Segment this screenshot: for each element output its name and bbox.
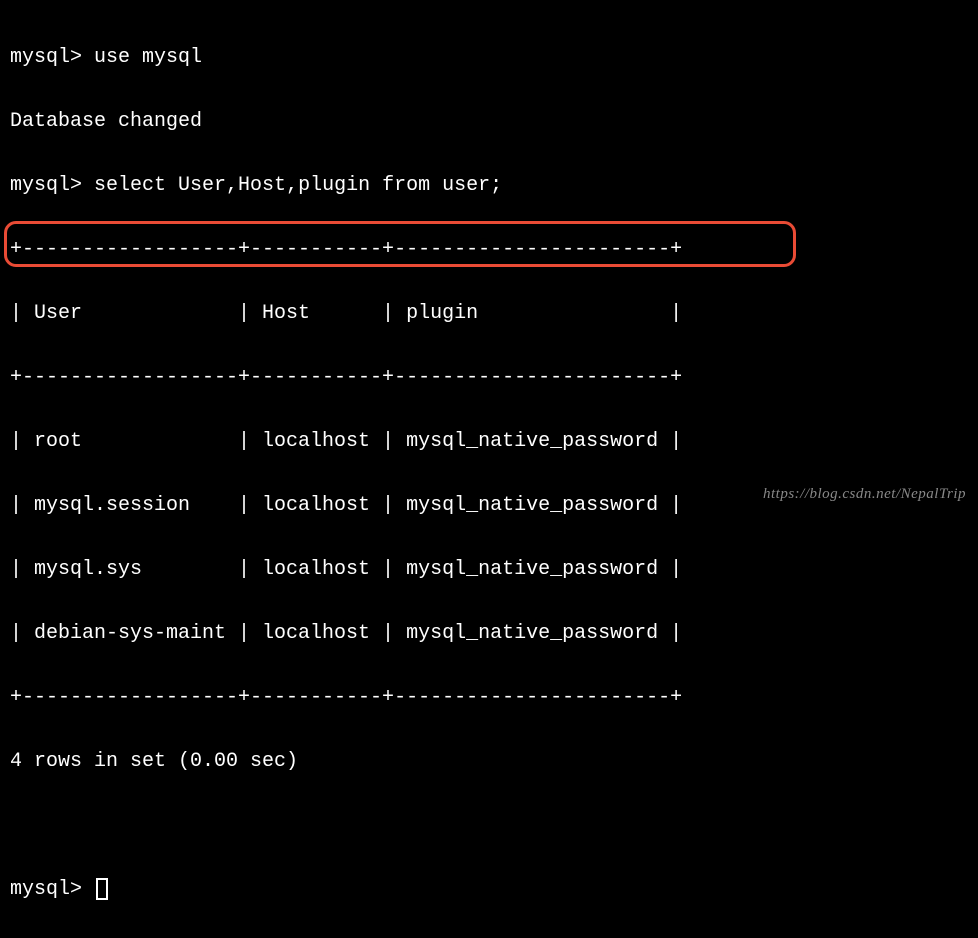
terminal-output: mysql> use mysql Database changed mysql>… [10, 10, 968, 938]
cursor-icon[interactable] [96, 878, 108, 900]
database-changed-response: Database changed [10, 106, 968, 138]
mysql-prompt: mysql> [10, 174, 82, 197]
table-border-mid: +------------------+-----------+--------… [10, 362, 968, 394]
table-row: | debian-sys-maint | localhost | mysql_n… [10, 618, 968, 650]
mysql-prompt: mysql> [10, 46, 82, 69]
table-header: | User | Host | plugin | [10, 298, 968, 330]
table-border-bottom: +------------------+-----------+--------… [10, 682, 968, 714]
command-select-query: select User,Host,plugin from user; [94, 174, 502, 197]
query-summary: 4 rows in set (0.00 sec) [10, 746, 968, 778]
watermark-text: https://blog.csdn.net/NepalTrip [763, 482, 966, 506]
command-use-mysql: use mysql [94, 46, 202, 69]
mysql-prompt: mysql> [10, 878, 82, 901]
table-row: | root | localhost | mysql_native_passwo… [10, 426, 968, 458]
table-row: | mysql.sys | localhost | mysql_native_p… [10, 554, 968, 586]
table-border-top: +------------------+-----------+--------… [10, 234, 968, 266]
